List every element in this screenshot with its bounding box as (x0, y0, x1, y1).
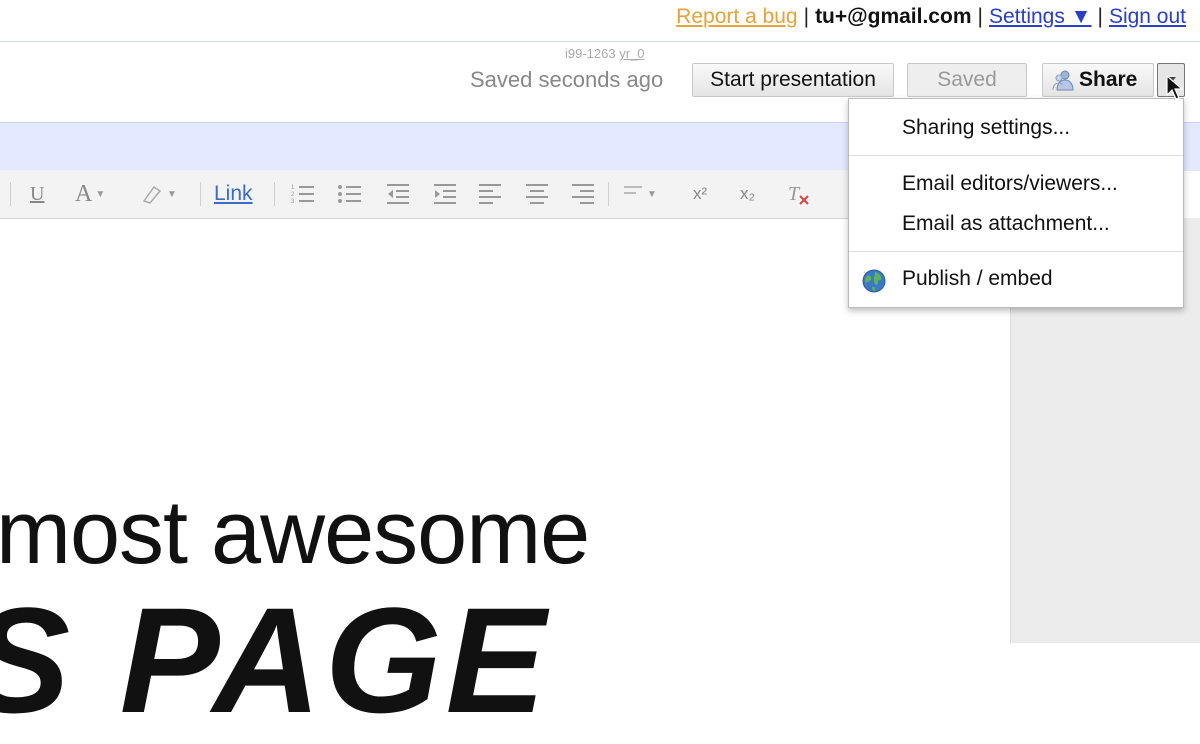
saved-button[interactable]: Saved (907, 63, 1027, 97)
bullet-list-icon (338, 185, 361, 203)
numbered-list-button[interactable]: 123 (290, 180, 316, 208)
align-left-icon (479, 184, 501, 204)
bullet-list-button[interactable] (337, 180, 363, 208)
account-email: tu+@gmail.com (815, 5, 972, 28)
revision-prefix: i99-1263 (565, 46, 616, 61)
clear-formatting-button[interactable]: T (785, 180, 813, 208)
separator: | (1097, 5, 1103, 28)
link-button[interactable]: Link (214, 180, 253, 208)
report-bug-link[interactable]: Report a bug (676, 5, 797, 28)
account-links: Report a bug | tu+@gmail.com | Settings ▼ | Si… (676, 5, 1186, 29)
underline-label: U (30, 182, 45, 205)
text-color-button[interactable]: A ▼ (75, 180, 105, 208)
highlighter-icon (142, 185, 162, 204)
toolbar-separator (274, 182, 275, 206)
decrease-indent-button[interactable] (385, 180, 411, 208)
people-icon (1052, 70, 1074, 91)
indent-icon (434, 184, 456, 204)
subscript-label: x₂ (740, 184, 756, 203)
line-spacing-button[interactable]: ▼ (622, 180, 657, 208)
superscript-button[interactable]: x² (693, 180, 707, 208)
toolbar-separator (608, 182, 609, 206)
globe-icon (862, 269, 886, 293)
svg-text:3: 3 (291, 199, 295, 205)
align-right-icon (572, 184, 594, 204)
separator: | (977, 5, 983, 28)
text-color-label: A (75, 180, 93, 207)
saved-label: Saved (937, 68, 997, 91)
svg-text:1: 1 (291, 185, 295, 191)
svg-text:2: 2 (291, 192, 295, 198)
underline-button[interactable]: U (30, 180, 44, 208)
menu-divider (849, 155, 1183, 156)
document-text-line[interactable]: most awesome (0, 482, 590, 585)
link-label: Link (214, 182, 253, 205)
sign-out-link[interactable]: Sign out (1109, 5, 1186, 28)
menu-item-email-attachment[interactable]: Email as attachment... (902, 212, 1110, 236)
share-button[interactable]: Share (1042, 63, 1154, 97)
start-presentation-label: Start presentation (710, 68, 876, 91)
align-center-icon (526, 184, 548, 204)
toolbar-separator (10, 182, 11, 206)
saved-status: Saved seconds ago (470, 67, 664, 92)
superscript-label: x² (693, 184, 708, 203)
share-menu: Sharing settings... Email editors/viewer… (848, 98, 1184, 308)
account-bar: Report a bug | tu+@gmail.com | Settings ▼ | Si… (0, 0, 1200, 40)
subscript-button[interactable]: x₂ (740, 180, 755, 208)
start-presentation-button[interactable]: Start presentation (692, 63, 894, 97)
menu-divider (849, 251, 1183, 252)
align-center-button[interactable] (524, 180, 550, 208)
align-left-button[interactable] (477, 180, 503, 208)
increase-indent-button[interactable] (432, 180, 458, 208)
menu-item-email-editors[interactable]: Email editors/viewers... (902, 172, 1118, 196)
top-divider (0, 41, 1200, 42)
highlight-button[interactable]: ▼ (140, 180, 177, 208)
outdent-icon (387, 184, 409, 204)
toolbar-separator (200, 182, 201, 206)
clear-formatting-icon: T (788, 183, 809, 205)
share-label: Share (1079, 68, 1138, 91)
settings-link[interactable]: Settings ▼ (989, 5, 1092, 28)
revision-suffix-link[interactable]: yr_0 (619, 46, 644, 61)
caret-icon: ▼ (647, 188, 657, 200)
line-spacing-icon (624, 186, 642, 194)
caret-icon: ▼ (95, 188, 106, 200)
revision-id: i99-1263 yr_0 (565, 46, 645, 61)
svg-text:T: T (788, 183, 801, 205)
menu-item-sharing-settings[interactable]: Sharing settings... (902, 116, 1070, 140)
menu-item-publish-embed[interactable]: Publish / embed (902, 267, 1053, 291)
separator: | (803, 5, 810, 28)
align-right-button[interactable] (570, 180, 596, 208)
document-heading-line[interactable]: S PAGE (0, 585, 550, 735)
caret-icon: ▼ (167, 188, 177, 200)
numbered-list-icon: 123 (291, 185, 314, 205)
mouse-cursor-icon (1166, 75, 1184, 100)
